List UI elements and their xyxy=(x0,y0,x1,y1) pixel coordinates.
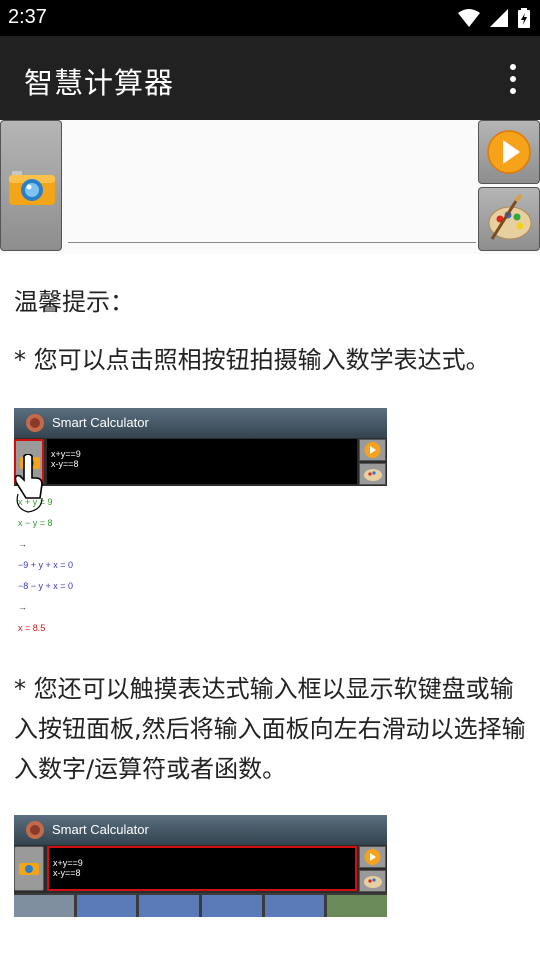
example-expr-line: x-y==8 xyxy=(53,868,81,878)
palette-icon xyxy=(364,469,382,481)
result-line: → xyxy=(18,539,27,549)
example-run-button xyxy=(359,439,386,461)
status-time: 2:37 xyxy=(8,6,47,28)
result-line: x + y = 9 xyxy=(18,497,53,507)
example-expression: x+y==9 x-y==8 xyxy=(47,846,357,891)
example-expr-line: x+y==9 xyxy=(53,858,83,868)
result-line: x = 8.5 xyxy=(18,623,46,633)
result-line: −8 − y + x = 0 xyxy=(18,581,74,591)
example-input-row: x+y==9 x-y==8 xyxy=(14,845,387,893)
result-line: → xyxy=(18,602,27,612)
tips-title: 温馨提示： xyxy=(14,288,134,316)
example-title-bar: Smart Calculator xyxy=(14,815,387,845)
example-expr-line: x-y==8 xyxy=(51,459,79,469)
play-icon xyxy=(364,849,381,865)
example-keypad-strip xyxy=(14,893,388,917)
play-icon xyxy=(364,442,381,458)
result-line: x − y = 8 xyxy=(18,518,53,528)
example-theme-button xyxy=(359,463,386,485)
camera-icon xyxy=(9,171,55,205)
example-key xyxy=(76,895,137,917)
example-screenshot-keyboard: Smart Calculator x+y==9 x-y==8 xyxy=(14,815,388,917)
example-title-bar: Smart Calculator xyxy=(14,408,387,438)
example-theme-button xyxy=(359,870,386,892)
theme-button[interactable] xyxy=(478,187,540,251)
example-expr-line: x+y==9 xyxy=(51,449,81,459)
example-title: Smart Calculator xyxy=(52,415,149,430)
palette-icon xyxy=(488,193,532,240)
palette-icon xyxy=(364,876,382,888)
status-bar: 2:37 xyxy=(0,0,540,36)
example-key xyxy=(327,895,388,917)
example-key xyxy=(264,895,325,917)
signal-icon xyxy=(490,9,508,27)
example-key xyxy=(14,895,74,917)
camera-button[interactable] xyxy=(0,120,62,251)
result-line: −9 + y + x = 0 xyxy=(18,560,74,570)
play-icon xyxy=(487,130,531,174)
overflow-menu-icon[interactable] xyxy=(506,64,520,94)
app-logo-icon xyxy=(26,821,44,839)
tip-camera: * 您可以点击照相按钮拍摄输入数学表达式。 xyxy=(14,346,490,374)
expression-input[interactable] xyxy=(68,130,476,243)
battery-icon xyxy=(518,8,530,28)
example-run-button xyxy=(359,846,386,868)
example-key xyxy=(139,895,200,917)
input-row xyxy=(0,120,540,254)
tips-content: 温馨提示： * 您可以点击照相按钮拍摄输入数学表达式。 Smart Calcul… xyxy=(14,282,526,917)
example-expression: x+y==9 x-y==8 xyxy=(47,439,357,484)
hand-pointer-icon xyxy=(14,454,43,513)
tip-keyboard: * 您还可以触摸表达式输入框以显示软键盘或输入按钮面板,然后将输入面板向左右滑动… xyxy=(14,675,526,783)
wifi-icon xyxy=(458,9,480,27)
example-input-row: x+y==9 x-y==8 xyxy=(14,438,387,486)
example-result-lines: x + y = 9 x − y = 8 → −9 + y + x = 0 −8 … xyxy=(14,486,387,639)
example-key xyxy=(202,895,262,917)
example-title: Smart Calculator xyxy=(52,822,149,837)
app-title: 智慧计算器 xyxy=(24,66,175,100)
app-logo-icon xyxy=(26,414,44,432)
example-camera-button xyxy=(14,846,44,891)
app-bar: 智慧计算器 xyxy=(0,36,540,120)
run-button[interactable] xyxy=(478,120,540,184)
status-icons xyxy=(458,8,530,28)
camera-icon xyxy=(19,863,39,875)
example-screenshot-camera: Smart Calculator x+y==9 x-y==8 x + y = 9… xyxy=(14,408,387,639)
